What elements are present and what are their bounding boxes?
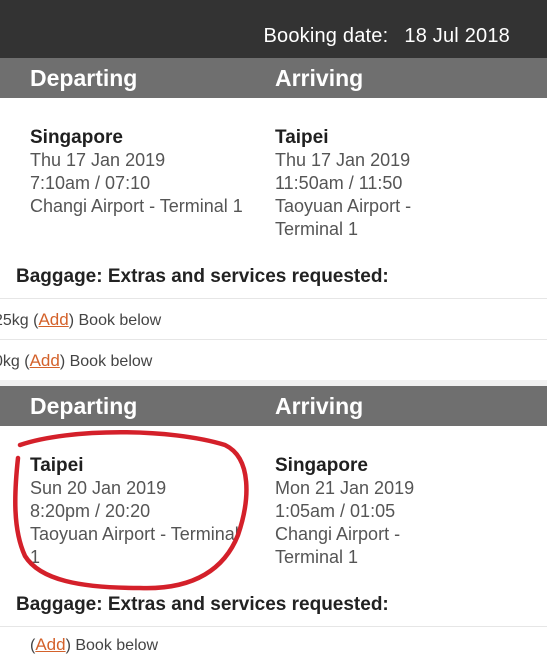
outbound-departure-date: Thu 17 Jan 2019	[30, 150, 166, 170]
book-below-text: ) Book below	[68, 312, 162, 329]
outbound-departure-time: 7:10am / 07:10	[30, 173, 151, 193]
inbound-departure-airport: Taoyuan Airport - Terminal	[30, 524, 239, 544]
inbound-departure-details: Taipei Sun 20 Jan 2019 8:20pm / 20:20 Ta…	[30, 454, 239, 569]
outbound-departure-airport: Changi Airport - Terminal 1	[30, 196, 243, 216]
outbound-arrival-city: Taipei	[275, 127, 329, 148]
outbound-arrival-airport: Taoyuan Airport -	[275, 196, 412, 216]
inbound-column-header: Departing Arriving	[0, 386, 547, 426]
inbound-departure-city: Taipei	[30, 455, 84, 476]
outbound-baggage-row: 0kg (Add) Book below	[0, 339, 547, 381]
inbound-arriving-heading: Arriving	[275, 393, 364, 419]
booking-date-label: Booking date:	[263, 25, 389, 47]
inbound-arrival-time: 1:05am / 01:05	[275, 501, 396, 521]
outbound-arrival-time: 11:50am / 11:50	[275, 173, 403, 193]
outbound-arrival-details: Taipei Thu 17 Jan 2019 11:50am / 11:50 T…	[275, 126, 411, 241]
outbound-column-header: Departing Arriving	[0, 58, 547, 98]
inbound-departure-terminal: 1	[30, 547, 41, 567]
baggage-allowance: 25kg (	[0, 312, 39, 329]
inbound-arrival-details: Singapore Mon 21 Jan 2019 1:05am / 01:05…	[275, 454, 414, 569]
outbound-arrival-date: Thu 17 Jan 2019	[275, 150, 411, 170]
baggage-allowance: 0kg (	[0, 353, 30, 370]
add-baggage-link[interactable]: Add	[30, 351, 60, 370]
booking-date: Booking date: 18 Jul 2018	[263, 25, 510, 48]
add-baggage-link[interactable]: Add	[35, 635, 65, 654]
book-below-text: ) Book below	[59, 353, 153, 370]
inbound-arrival-terminal: Terminal 1	[275, 547, 359, 567]
inbound-baggage-row: (Add) Book below	[0, 626, 547, 668]
inbound-departing-heading: Departing	[30, 393, 138, 419]
inbound-departure-time: 8:20pm / 20:20	[30, 501, 151, 521]
outbound-arriving-heading: Arriving	[275, 65, 364, 91]
outbound-departure-city: Singapore	[30, 127, 123, 148]
outbound-baggage-title: Baggage: Extras and services requested:	[16, 266, 389, 287]
booking-date-value: 18 Jul 2018	[404, 25, 510, 47]
inbound-arrival-airport: Changi Airport -	[275, 524, 401, 544]
inbound-arrival-city: Singapore	[275, 455, 368, 476]
inbound-arrival-date: Mon 21 Jan 2019	[275, 478, 415, 498]
outbound-departing-heading: Departing	[30, 65, 138, 91]
outbound-arrival-terminal: Terminal 1	[275, 219, 359, 239]
top-bar: Booking date: 18 Jul 2018	[0, 0, 547, 58]
outbound-baggage-row: 25kg (Add) Book below	[0, 298, 547, 340]
add-baggage-link[interactable]: Add	[38, 310, 68, 329]
outbound-departure-details: Singapore Thu 17 Jan 2019 7:10am / 07:10…	[30, 126, 243, 218]
inbound-departure-date: Sun 20 Jan 2019	[30, 478, 167, 498]
inbound-baggage-title: Baggage: Extras and services requested:	[16, 594, 389, 615]
